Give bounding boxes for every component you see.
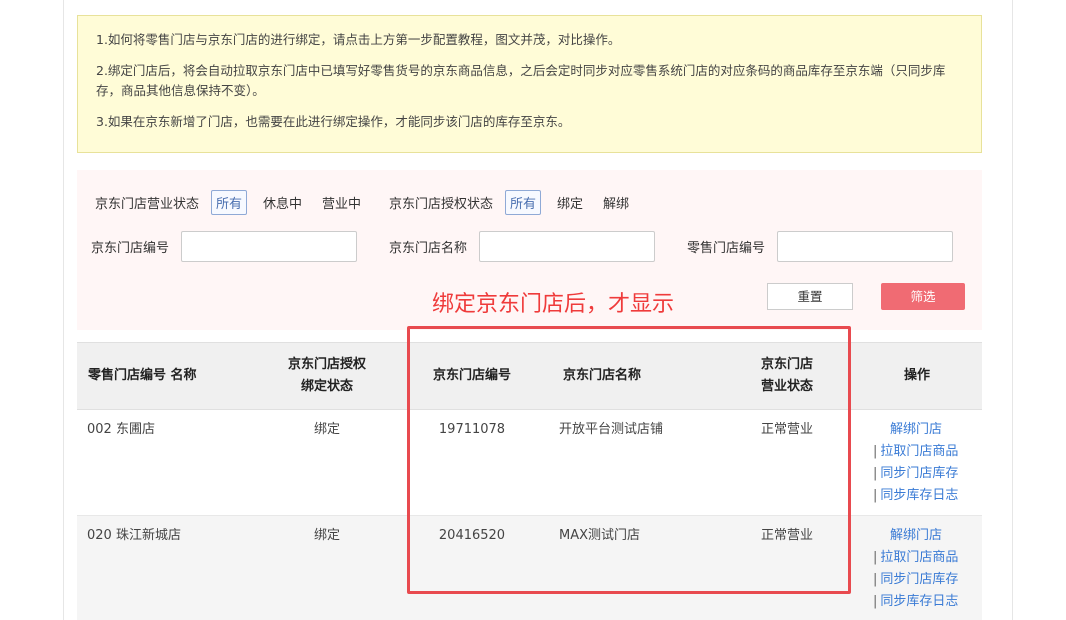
- cell-retail-store: 002 东圃店: [87, 422, 155, 437]
- auth-status-label: 京东门店授权状态: [389, 197, 494, 212]
- header-auth-line2: 绑定状态: [300, 379, 353, 394]
- retail-store-no-input[interactable]: [777, 231, 954, 262]
- retail-store-no-label: 零售门店编号: [687, 241, 766, 256]
- annotation-highlight-box: [407, 326, 851, 594]
- auth-status-all[interactable]: 所有: [505, 190, 542, 215]
- filter-button[interactable]: 筛选: [881, 283, 965, 310]
- unbind-store-link[interactable]: 解绑门店: [873, 525, 958, 547]
- biz-status-label: 京东门店营业状态: [95, 197, 200, 212]
- pull-goods-link[interactable]: 拉取门店商品: [880, 444, 958, 459]
- notice-panel: 1.如何将零售门店与京东门店的进行绑定，请点击上方第一步配置教程，图文并茂，对比…: [77, 15, 982, 153]
- notice-line-3: 3.如果在京东新增了门店，也需要在此进行绑定操作，才能同步该门店的库存至京东。: [96, 114, 571, 129]
- row-actions: 解绑门店 | 拉取门店商品 | 同步门店库存 | 同步库存日志: [873, 525, 958, 613]
- biz-status-open[interactable]: 营业中: [318, 191, 365, 214]
- sync-log-action: | 同步库存日志: [873, 485, 958, 507]
- jd-store-no-label: 京东门店编号: [91, 241, 170, 256]
- reset-button[interactable]: 重置: [767, 283, 853, 310]
- pull-goods-action: | 拉取门店商品: [873, 547, 958, 569]
- sync-stock-link[interactable]: 同步门店库存: [880, 466, 958, 481]
- cell-retail-store: 020 珠江新城店: [87, 528, 181, 543]
- auth-status-filter: 京东门店授权状态 所有 绑定 解绑: [389, 190, 645, 215]
- sync-stock-action: | 同步门店库存: [873, 569, 958, 591]
- pull-goods-action: | 拉取门店商品: [873, 441, 958, 463]
- sync-log-action: | 同步库存日志: [873, 591, 958, 613]
- auth-status-bound[interactable]: 绑定: [553, 191, 587, 214]
- jd-store-name-filter: 京东门店名称: [389, 231, 656, 262]
- jd-store-name-input[interactable]: [479, 231, 656, 262]
- row-actions: 解绑门店 | 拉取门店商品 | 同步门店库存 | 同步库存日志: [873, 419, 958, 507]
- jd-store-name-label: 京东门店名称: [389, 241, 468, 256]
- action-separator: |: [873, 572, 878, 587]
- cell-auth-status: 绑定: [313, 528, 340, 543]
- action-separator: |: [873, 466, 878, 481]
- notice-line-2: 2.绑定门店后，将会自动拉取京东门店中已填写好零售货号的京东商品信息，之后会定时…: [96, 63, 946, 98]
- pull-goods-link[interactable]: 拉取门店商品: [880, 550, 958, 565]
- sync-log-link[interactable]: 同步库存日志: [880, 488, 958, 503]
- biz-status-resting[interactable]: 休息中: [259, 191, 306, 214]
- retail-store-no-filter: 零售门店编号: [687, 231, 954, 262]
- header-ops: 操作: [903, 368, 930, 383]
- sync-stock-action: | 同步门店库存: [873, 463, 958, 485]
- header-auth-status: 京东门店授权 绑定状态: [267, 354, 387, 398]
- action-separator: |: [873, 444, 878, 459]
- header-retail-store: 零售门店编号 名称: [88, 368, 197, 383]
- action-separator: |: [873, 488, 878, 503]
- auth-status-unbound[interactable]: 解绑: [599, 191, 633, 214]
- action-separator: |: [873, 550, 878, 565]
- jd-store-no-filter: 京东门店编号: [91, 231, 358, 262]
- sync-stock-link[interactable]: 同步门店库存: [880, 572, 958, 587]
- notice-line-1: 1.如何将零售门店与京东门店的进行绑定，请点击上方第一步配置教程，图文并茂，对比…: [96, 32, 621, 47]
- cell-auth-status: 绑定: [313, 422, 340, 437]
- biz-status-filter: 京东门店营业状态 所有 休息中 营业中: [95, 190, 377, 215]
- header-auth-line1: 京东门店授权: [287, 357, 366, 372]
- action-separator: |: [873, 594, 878, 609]
- jd-store-no-input[interactable]: [181, 231, 358, 262]
- unbind-store-link[interactable]: 解绑门店: [873, 419, 958, 441]
- biz-status-all[interactable]: 所有: [211, 190, 248, 215]
- annotation-text: 绑定京东门店后，才显示: [432, 292, 675, 317]
- sync-log-link[interactable]: 同步库存日志: [880, 594, 958, 609]
